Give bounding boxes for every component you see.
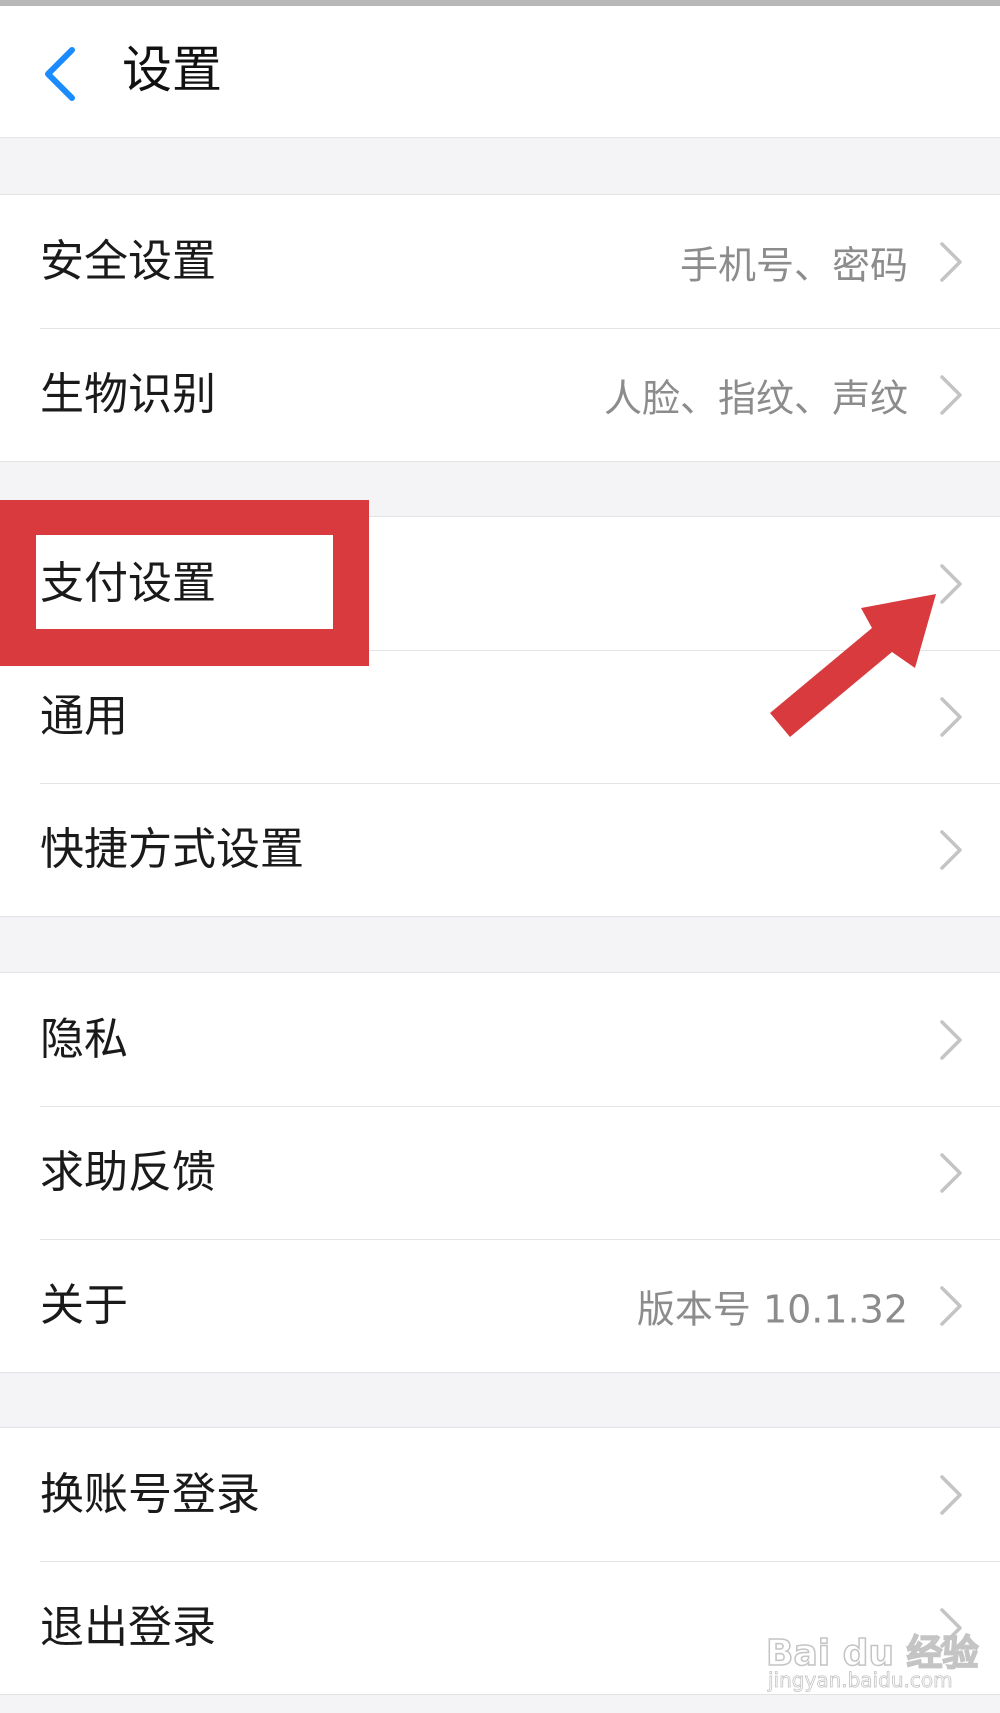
back-button[interactable] xyxy=(30,36,100,106)
chevron-left-icon xyxy=(45,47,75,101)
settings-item-label: 支付设置 xyxy=(40,557,216,609)
chevron-right-icon xyxy=(940,241,962,282)
settings-group-info: 隐私 求助反馈 关于 版本号 10.1.32 xyxy=(0,972,1000,1373)
settings-item-label: 隐私 xyxy=(40,1013,128,1065)
settings-item-label: 通用 xyxy=(40,690,128,742)
settings-item-logout[interactable]: 退出登录 xyxy=(0,1561,1000,1694)
chevron-right-icon xyxy=(940,1152,962,1193)
chevron-right-icon xyxy=(940,374,962,415)
chevron-right-icon xyxy=(940,696,962,737)
settings-screen: 设置 安全设置 手机号、密码 生物识别 人脸、指纹、声纹 支付设置 通用 快捷方… xyxy=(0,0,1000,1713)
chevron-right-icon xyxy=(940,563,962,604)
settings-item-payment[interactable]: 支付设置 xyxy=(0,517,1000,650)
settings-item-security[interactable]: 安全设置 手机号、密码 xyxy=(0,195,1000,328)
chevron-right-icon xyxy=(940,829,962,870)
settings-item-shortcuts[interactable]: 快捷方式设置 xyxy=(0,783,1000,916)
settings-item-about[interactable]: 关于 版本号 10.1.32 xyxy=(0,1239,1000,1372)
settings-item-label: 换账号登录 xyxy=(40,1468,260,1520)
settings-item-feedback[interactable]: 求助反馈 xyxy=(0,1106,1000,1239)
settings-item-label: 关于 xyxy=(40,1279,128,1331)
settings-item-switch-account[interactable]: 换账号登录 xyxy=(0,1428,1000,1561)
settings-item-biometrics[interactable]: 生物识别 人脸、指纹、声纹 xyxy=(0,328,1000,461)
settings-item-label: 退出登录 xyxy=(40,1601,216,1653)
chevron-right-icon xyxy=(940,1607,962,1648)
settings-group-app: 支付设置 通用 快捷方式设置 xyxy=(0,516,1000,917)
settings-item-label: 求助反馈 xyxy=(40,1146,216,1198)
settings-group-session: 换账号登录 退出登录 xyxy=(0,1427,1000,1695)
nav-header: 设置 xyxy=(0,6,1000,138)
settings-item-label: 安全设置 xyxy=(40,235,216,287)
settings-item-value: 手机号、密码 xyxy=(679,243,908,287)
version-value: 版本号 10.1.32 xyxy=(636,1287,908,1331)
settings-item-value: 人脸、指纹、声纹 xyxy=(603,376,908,420)
chevron-right-icon xyxy=(940,1285,962,1326)
settings-item-privacy[interactable]: 隐私 xyxy=(0,973,1000,1106)
chevron-right-icon xyxy=(940,1019,962,1060)
settings-item-label: 快捷方式设置 xyxy=(40,823,304,875)
settings-item-label: 生物识别 xyxy=(40,368,216,420)
page-title: 设置 xyxy=(122,41,222,99)
chevron-right-icon xyxy=(940,1474,962,1515)
settings-item-general[interactable]: 通用 xyxy=(0,650,1000,783)
settings-group-account: 安全设置 手机号、密码 生物识别 人脸、指纹、声纹 xyxy=(0,194,1000,462)
